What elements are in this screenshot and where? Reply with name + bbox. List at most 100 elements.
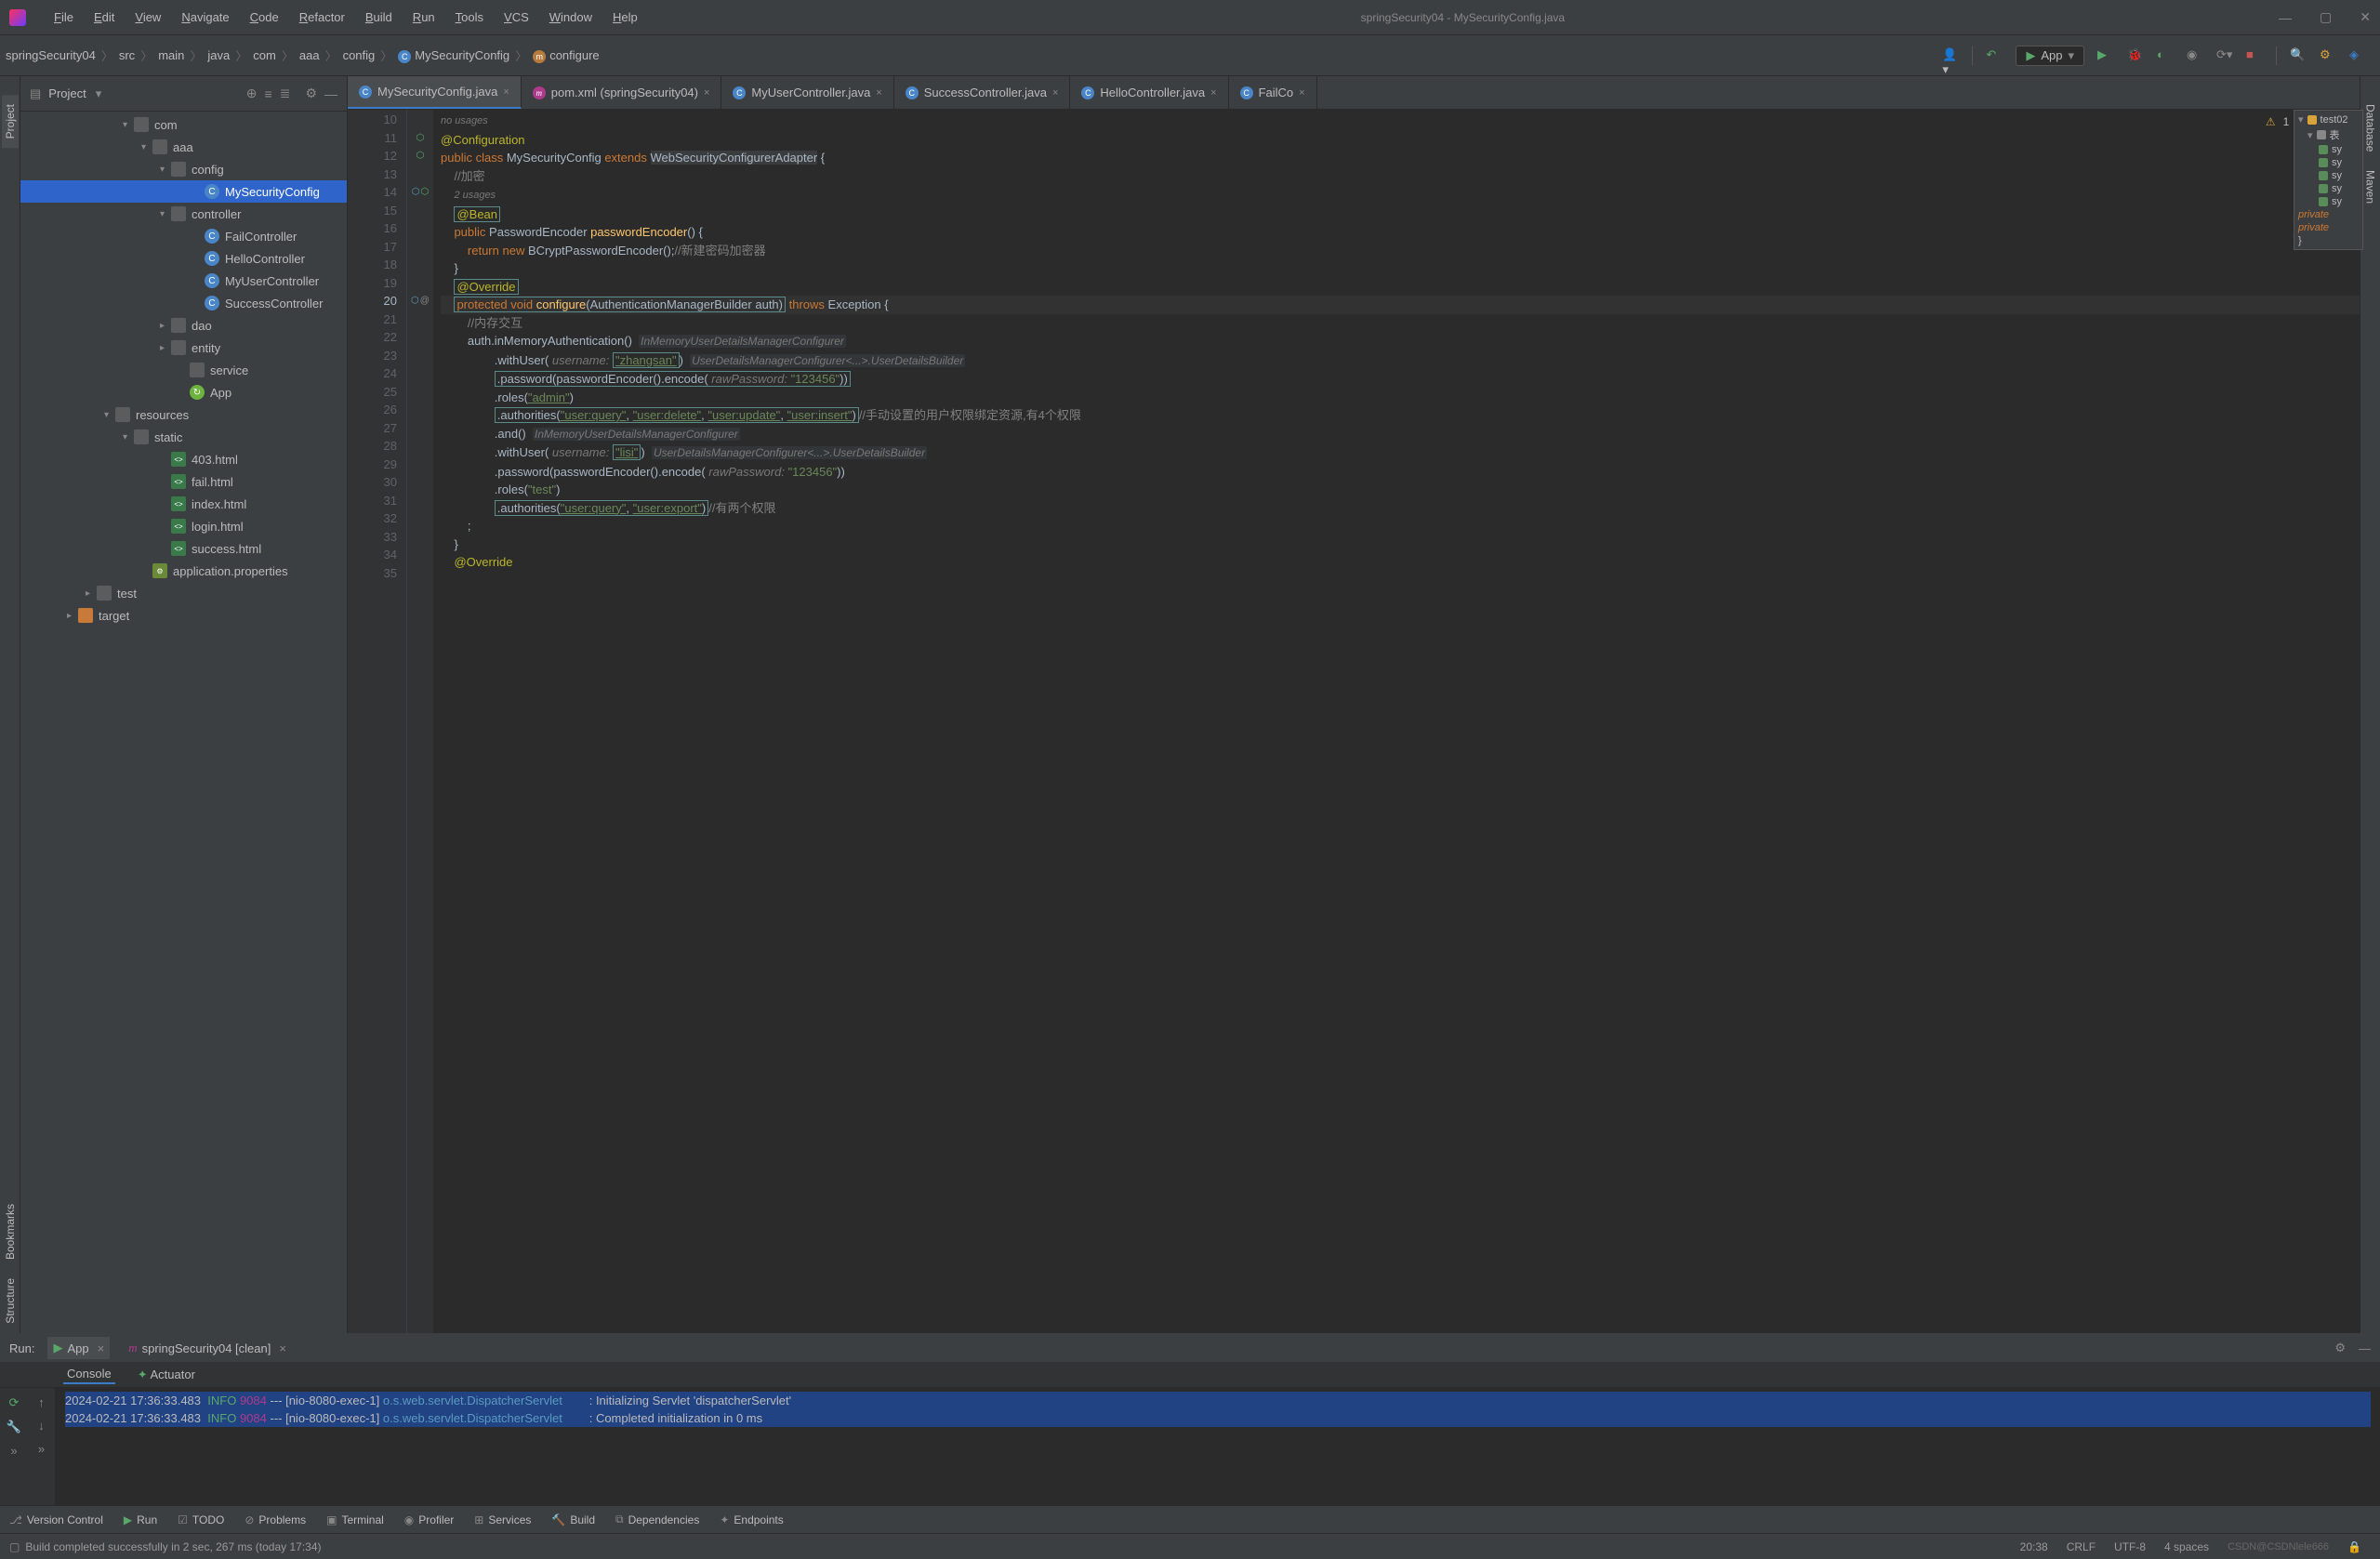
right-tab-database[interactable]: Database — [2362, 95, 2379, 161]
tree-node-403-html[interactable]: <>403.html — [20, 448, 347, 470]
breadcrumb-item[interactable]: CMySecurityConfig — [398, 48, 509, 63]
menu-item-tools[interactable]: Tools — [446, 7, 493, 28]
code-area[interactable]: no usages@Configurationpublic class MySe… — [433, 110, 2360, 1333]
run-configuration[interactable]: ▶ App ▾ — [2016, 46, 2084, 66]
db-table-item[interactable]: sy — [2296, 143, 2360, 156]
menu-item-refactor[interactable]: Refactor — [290, 7, 354, 28]
tree-node-index-html[interactable]: <>index.html — [20, 493, 347, 515]
bottom-tab-terminal[interactable]: ▣Terminal — [326, 1513, 384, 1526]
tree-node-hellocontroller[interactable]: CHelloController — [20, 247, 347, 270]
menu-item-navigate[interactable]: Navigate — [172, 7, 238, 28]
menu-item-window[interactable]: Window — [540, 7, 602, 28]
indent-settings[interactable]: 4 spaces — [2155, 1540, 2218, 1553]
bottom-tab-dependencies[interactable]: ⧉Dependencies — [615, 1513, 699, 1526]
menu-item-code[interactable]: Code — [241, 7, 288, 28]
up-icon[interactable]: ↑ — [38, 1395, 45, 1409]
tree-node-application-properties[interactable]: ⚙application.properties — [20, 560, 347, 582]
editor-tab[interactable]: CFailCo× — [1229, 76, 1317, 109]
stop-button[interactable]: ■ — [2246, 47, 2263, 64]
tree-node-entity[interactable]: ▸entity — [20, 337, 347, 359]
db-table-item[interactable]: sy — [2296, 195, 2360, 208]
more-icon[interactable]: » — [10, 1444, 17, 1458]
log-line[interactable]: 2024-02-21 17:36:33.483 INFO 9084 --- [n… — [65, 1409, 2371, 1427]
menu-item-file[interactable]: File — [45, 7, 83, 28]
select-opened-icon[interactable]: ⊕ — [246, 86, 258, 101]
left-tab-project[interactable]: Project — [2, 95, 19, 148]
bottom-tab-endpoints[interactable]: ✦Endpoints — [720, 1513, 783, 1526]
editor-body[interactable]: 1011121314151617181920212223242526272829… — [348, 110, 2360, 1333]
menu-item-view[interactable]: View — [126, 7, 170, 28]
gear-icon[interactable]: ⚙ — [305, 86, 317, 101]
tree-node-aaa[interactable]: ▾aaa — [20, 136, 347, 158]
sidebar-title[interactable]: Project▾ — [48, 86, 101, 101]
menu-item-help[interactable]: Help — [603, 7, 647, 28]
ide-icon[interactable]: ◈ — [2349, 47, 2366, 64]
search-icon[interactable]: 🔍 — [2290, 47, 2307, 64]
profile-button[interactable]: ◉ — [2187, 47, 2203, 64]
breadcrumb-item[interactable]: com — [253, 48, 276, 62]
subtab-actuator[interactable]: ✦ Actuator — [134, 1366, 199, 1384]
project-tree[interactable]: ▾com▾aaa▾configCMySecurityConfig▾control… — [20, 112, 347, 1333]
breadcrumb-item[interactable]: springSecurity04 — [6, 48, 96, 62]
tree-node-service[interactable]: service — [20, 359, 347, 381]
tree-node-successcontroller[interactable]: CSuccessController — [20, 292, 347, 314]
down-icon[interactable]: ↓ — [38, 1419, 45, 1433]
db-table-item[interactable]: sy — [2296, 156, 2360, 169]
tree-node-config[interactable]: ▾config — [20, 158, 347, 180]
run-button[interactable]: ▶ — [2097, 47, 2114, 64]
menu-item-vcs[interactable]: VCS — [495, 7, 538, 28]
breadcrumb-item[interactable]: mconfigure — [533, 48, 599, 63]
run-tab-app[interactable]: ▶App× — [47, 1337, 110, 1359]
tree-node-resources[interactable]: ▾resources — [20, 403, 347, 426]
tree-node-controller[interactable]: ▾controller — [20, 203, 347, 225]
hammer-icon[interactable]: ↶ — [1986, 47, 2003, 64]
tree-node-com[interactable]: ▾com — [20, 113, 347, 136]
tree-node-fail-html[interactable]: <>fail.html — [20, 470, 347, 493]
editor-tab[interactable]: mpom.xml (springSecurity04)× — [522, 76, 722, 109]
tree-node-target[interactable]: ▸target — [20, 604, 347, 627]
maximize-icon[interactable]: ▢ — [2320, 9, 2332, 25]
hide-icon[interactable]: — — [324, 86, 337, 101]
tree-node-mysecurityconfig[interactable]: CMySecurityConfig — [20, 180, 347, 203]
tree-node-failcontroller[interactable]: CFailController — [20, 225, 347, 247]
menu-item-edit[interactable]: Edit — [85, 7, 124, 28]
attach-icon[interactable]: 🔧 — [7, 1420, 21, 1434]
run-hide-icon[interactable]: — — [2359, 1341, 2371, 1355]
menu-item-build[interactable]: Build — [356, 7, 402, 28]
tree-node-test[interactable]: ▸test — [20, 582, 347, 604]
bottom-tab-problems[interactable]: ⊘Problems — [245, 1513, 306, 1526]
right-tab-maven[interactable]: Maven — [2362, 161, 2379, 213]
lock-icon[interactable]: 🔒 — [2338, 1540, 2371, 1553]
file-encoding[interactable]: UTF-8 — [2105, 1540, 2155, 1553]
breadcrumb-item[interactable]: main — [158, 48, 184, 62]
tree-node-myusercontroller[interactable]: CMyUserController — [20, 270, 347, 292]
editor-tab[interactable]: CMyUserController.java× — [721, 76, 893, 109]
db-table-item[interactable]: sy — [2296, 182, 2360, 195]
tree-node-static[interactable]: ▾static — [20, 426, 347, 448]
breadcrumb-item[interactable]: config — [343, 48, 376, 62]
tree-node-dao[interactable]: ▸dao — [20, 314, 347, 337]
bottom-tab-build[interactable]: 🔨Build — [551, 1513, 595, 1526]
caret-position[interactable]: 20:38 — [2011, 1540, 2057, 1553]
bottom-tab-version-control[interactable]: ⎇Version Control — [9, 1513, 103, 1526]
collapse-all-icon[interactable]: ≣ — [280, 86, 291, 101]
database-tool-preview[interactable]: ▾test02 ▾表 sysysysysy private private } — [2294, 110, 2363, 250]
breadcrumb-item[interactable]: aaa — [299, 48, 320, 62]
left-tab-bookmarks[interactable]: Bookmarks — [2, 1195, 19, 1269]
run-tab-clean[interactable]: mspringSecurity04 [clean]× — [123, 1337, 292, 1359]
left-tab-structure[interactable]: Structure — [2, 1269, 19, 1333]
editor-tab[interactable]: CSuccessController.java× — [894, 76, 1071, 109]
subtab-console[interactable]: Console — [63, 1365, 115, 1384]
rerun-icon[interactable]: ⟳ — [9, 1395, 20, 1410]
db-table-item[interactable]: sy — [2296, 169, 2360, 182]
menu-item-run[interactable]: Run — [403, 7, 444, 28]
tree-node-success-html[interactable]: <>success.html — [20, 537, 347, 560]
bottom-tab-run[interactable]: ▶Run — [124, 1513, 157, 1526]
user-icon[interactable]: 👤▾ — [1942, 47, 1959, 64]
bottom-tab-todo[interactable]: ☑TODO — [178, 1513, 224, 1526]
settings-icon[interactable]: ⚙ — [2320, 47, 2336, 64]
tree-node-login-html[interactable]: <>login.html — [20, 515, 347, 537]
debug-button[interactable]: 🐞 — [2127, 47, 2144, 64]
line-separator[interactable]: CRLF — [2057, 1540, 2105, 1553]
breadcrumb-item[interactable]: src — [119, 48, 135, 62]
